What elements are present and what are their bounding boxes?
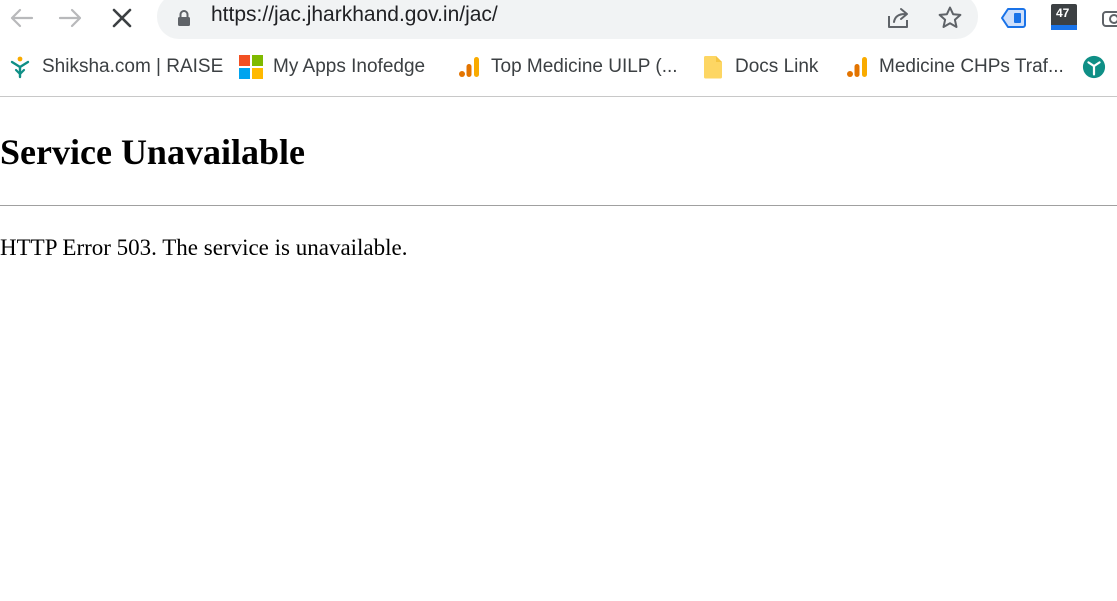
browser-toolbar: https://jac.jharkhand.gov.in/jac/ 47 [0,0,1117,39]
camera-icon[interactable] [1102,8,1117,28]
extension-badge-count: 47 [1056,6,1070,20]
star-icon[interactable] [937,5,963,31]
bookmark-label: Docs Link [735,56,819,77]
shiksha-icon [8,55,32,79]
address-bar[interactable]: https://jac.jharkhand.gov.in/jac/ [157,0,978,39]
folder-icon [701,55,725,79]
bookmark-medicine-chps[interactable]: Medicine CHPs Traf... [845,54,1064,80]
bookmark-label: My Apps Inofedge [273,56,426,77]
error-message: HTTP Error 503. The service is unavailab… [0,235,408,260]
url-text[interactable]: https://jac.jharkhand.gov.in/jac/ [211,3,498,27]
share-icon[interactable] [886,6,912,30]
bookmark-label: Shiksha.com | RAISE [42,56,224,77]
arrow-left-icon [10,8,34,28]
page-title: Service Unavailable [0,132,305,172]
bookmark-shiksha[interactable]: Shiksha.com | RAISE [8,54,223,80]
bookmark-top-medicine[interactable]: Top Medicine UILP (... [457,54,678,80]
bookmark-docs-link[interactable]: Docs Link [701,54,818,80]
stop-loading-button[interactable] [107,4,137,32]
bookmark-label: Medicine CHPs Traf... [879,56,1064,77]
analytics-icon [845,55,869,79]
horizontal-rule [0,205,1117,206]
globe-icon [1082,55,1106,79]
lock-icon[interactable] [177,9,191,27]
back-button[interactable] [6,4,36,32]
microsoft-icon [239,55,263,79]
bookmark-my-apps[interactable]: My Apps Inofedge [239,54,425,80]
bookmark-globe[interactable] [1082,54,1106,80]
bookmark-label: Top Medicine UILP (... [491,56,678,77]
badge-bar [1051,25,1077,30]
toolbar-divider [0,96,1117,97]
close-icon [112,8,132,28]
extension-reader-icon[interactable] [1001,6,1027,30]
extension-badge-icon[interactable]: 47 [1051,4,1077,30]
forward-button[interactable] [56,4,86,32]
arrow-right-icon [58,8,82,28]
analytics-icon [457,55,481,79]
bookmarks-bar: Shiksha.com | RAISE My Apps Inofedge Top… [0,44,1117,96]
